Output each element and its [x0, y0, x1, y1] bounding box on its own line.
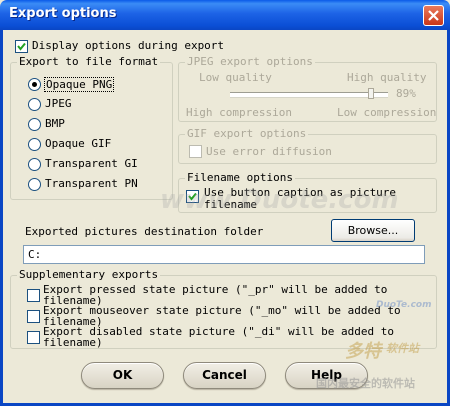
jpeg-quality-slider-track — [230, 92, 388, 97]
checkmark-icon — [188, 192, 197, 201]
jpeg-low-quality-label: Low quality — [199, 71, 272, 84]
error-diffusion-checkbox[interactable] — [189, 145, 202, 158]
gif-options-title: GIF export options — [185, 127, 309, 140]
jpeg-options-title: JPEG export options — [185, 55, 315, 68]
jpeg-low-compression-label: Low compression — [337, 106, 437, 119]
use-caption-label-line2: filename — [204, 198, 257, 211]
cancel-button[interactable]: Cancel — [183, 362, 266, 389]
export-disabled-label-line2: filename) — [43, 336, 103, 349]
radio-label-opaque-png: Opaque PNG — [44, 77, 115, 92]
display-options-checkbox[interactable] — [15, 40, 28, 53]
radio-transparent-png[interactable] — [28, 178, 41, 191]
jpeg-high-quality-label: High quality — [347, 71, 427, 84]
checkmark-icon — [17, 42, 26, 51]
radio-selected-dot — [32, 82, 37, 87]
close-icon — [428, 10, 439, 21]
export-pressed-checkbox[interactable] — [27, 289, 40, 302]
browse-button[interactable]: Browse... — [331, 219, 415, 242]
filename-options-title: Filename options — [185, 171, 295, 184]
radio-label-jpeg: JPEG — [45, 97, 72, 110]
export-mouseover-checkbox[interactable] — [27, 310, 40, 323]
jpeg-high-compression-label: High compression — [186, 106, 292, 119]
export-disabled-checkbox[interactable] — [27, 331, 40, 344]
ok-button[interactable]: OK — [81, 362, 164, 389]
radio-jpeg[interactable] — [28, 98, 41, 111]
jpeg-quality-slider-thumb[interactable] — [367, 88, 374, 99]
destination-path-input[interactable]: C: — [23, 245, 425, 264]
radio-label-bmp: BMP — [45, 117, 65, 130]
radio-label-transparent-png: Transparent PN — [45, 177, 138, 190]
help-button[interactable]: Help — [285, 362, 368, 389]
use-caption-checkbox[interactable] — [186, 190, 199, 203]
radio-bmp[interactable] — [28, 118, 41, 131]
export-format-title: Export to file format — [17, 55, 161, 68]
jpeg-quality-percent: 89% — [396, 87, 416, 100]
display-options-label: Display options during export — [32, 39, 225, 52]
radio-transparent-gif[interactable] — [28, 158, 41, 171]
radio-opaque-gif[interactable] — [28, 138, 41, 151]
destination-folder-label: Exported pictures destination folder — [25, 225, 264, 238]
error-diffusion-label: Use error diffusion — [206, 145, 332, 158]
title-bar[interactable]: Export options — [0, 0, 450, 30]
supplementary-exports-title: Supplementary exports — [17, 268, 161, 281]
close-button[interactable] — [423, 5, 444, 26]
window-title: Export options — [9, 6, 117, 21]
radio-label-opaque-gif: Opaque GIF — [45, 137, 112, 150]
radio-label-transparent-gif: Transparent GI — [45, 157, 138, 170]
radio-opaque-png[interactable] — [28, 78, 41, 91]
